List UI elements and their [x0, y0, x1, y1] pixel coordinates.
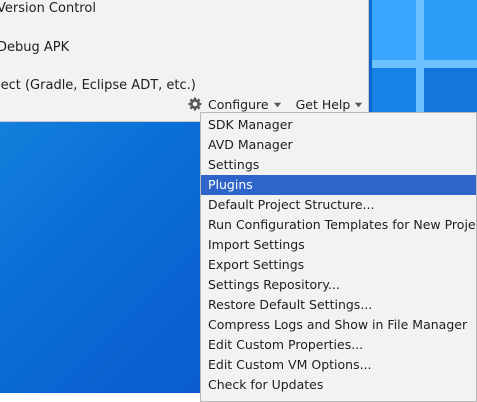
menu-item-check-for-updates[interactable]: Check for Updates	[201, 375, 476, 395]
configure-label: Configure	[208, 96, 269, 112]
menu-item-sdk-manager[interactable]: SDK Manager	[201, 115, 476, 135]
configure-button[interactable]: Configure	[188, 97, 282, 112]
welcome-window: Version Control Debug APK ject (Gradle, …	[0, 0, 369, 122]
menu-item-import-settings[interactable]: Import Settings	[201, 235, 476, 255]
get-help-label: Get Help	[295, 96, 351, 112]
get-help-button[interactable]: Get Help	[296, 97, 364, 112]
action-version-control[interactable]: Version Control	[0, 1, 96, 16]
menu-item-settings[interactable]: Settings	[201, 155, 476, 175]
chevron-down-icon	[273, 102, 281, 107]
menu-item-edit-custom-properties[interactable]: Edit Custom Properties...	[201, 335, 476, 355]
gear-icon	[188, 97, 202, 111]
menu-item-run-configuration-templates[interactable]: Run Configuration Templates for New Proj…	[201, 215, 476, 235]
chevron-down-icon	[355, 102, 363, 107]
menu-item-settings-repository[interactable]: Settings Repository...	[201, 275, 476, 295]
windows-logo-graphic	[372, 0, 477, 130]
menu-item-edit-custom-vm-options[interactable]: Edit Custom VM Options...	[201, 355, 476, 375]
menu-item-plugins[interactable]: Plugins	[201, 175, 476, 195]
menu-item-avd-manager[interactable]: AVD Manager	[201, 135, 476, 155]
action-import-project[interactable]: ject (Gradle, Eclipse ADT, etc.)	[0, 78, 196, 93]
menu-item-default-project-structure[interactable]: Default Project Structure...	[201, 195, 476, 215]
configure-dropdown-menu: SDK Manager AVD Manager Settings Plugins…	[200, 112, 477, 402]
menu-item-restore-default-settings[interactable]: Restore Default Settings...	[201, 295, 476, 315]
action-debug-apk[interactable]: Debug APK	[0, 40, 69, 55]
welcome-bottom-bar: Configure Get Help	[188, 95, 363, 113]
menu-item-export-settings[interactable]: Export Settings	[201, 255, 476, 275]
menu-item-compress-logs[interactable]: Compress Logs and Show in File Manager	[201, 315, 476, 335]
